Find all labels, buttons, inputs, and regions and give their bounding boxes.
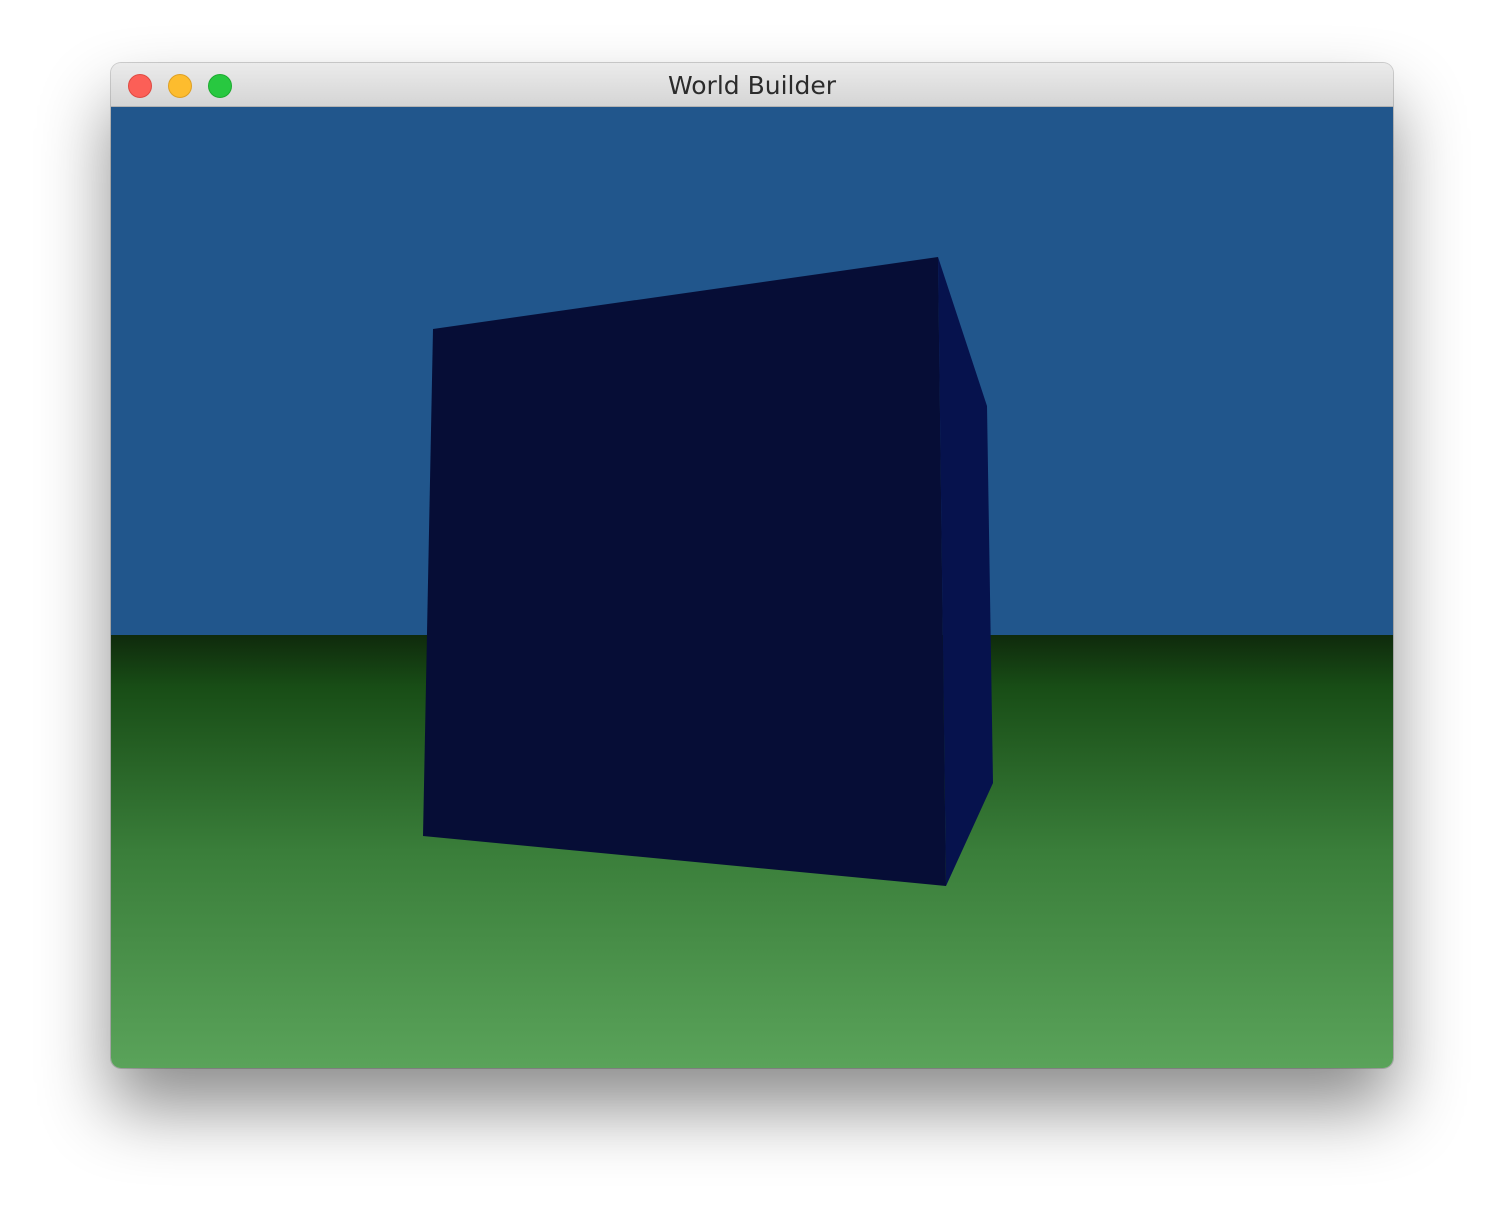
scene-canvas[interactable] — [111, 107, 1393, 1068]
scene-viewport[interactable] — [111, 107, 1393, 1068]
title-bar[interactable]: World Builder — [111, 63, 1393, 107]
app-window: World Builder — [111, 63, 1393, 1068]
window-title: World Builder — [667, 71, 836, 100]
cube-front-face — [423, 257, 946, 886]
